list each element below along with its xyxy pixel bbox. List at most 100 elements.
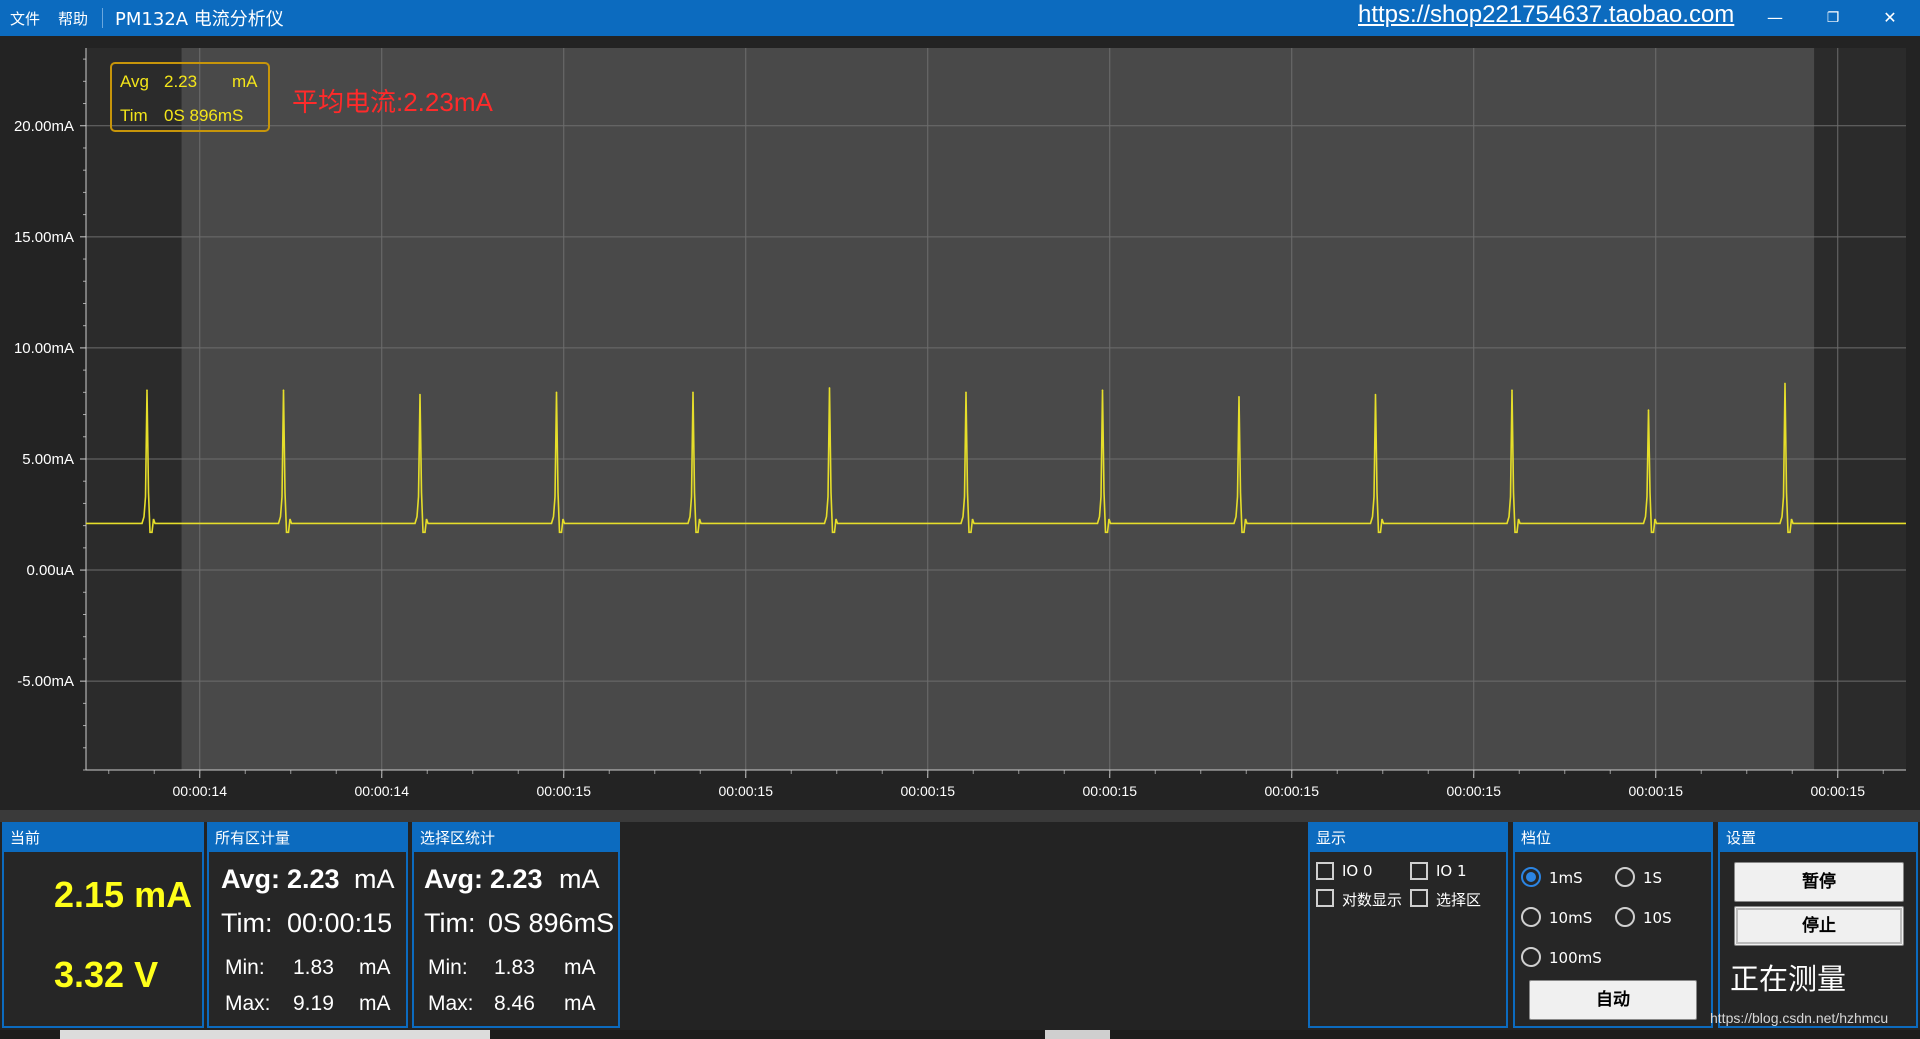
voltage-reading: 3.32 V bbox=[54, 954, 159, 995]
pause-button[interactable]: 暂停 bbox=[1734, 862, 1904, 902]
panel-range: 档位 1mS 1S 10mS 10S 100mS 自动 bbox=[1513, 822, 1713, 1028]
log-display-checkbox[interactable] bbox=[1316, 889, 1334, 907]
scrollbar-thumb-secondary[interactable] bbox=[1045, 1030, 1110, 1039]
restore-icon[interactable]: ❐ bbox=[1818, 6, 1848, 30]
sel-min-label: Min: bbox=[428, 956, 468, 979]
spike-peak-point bbox=[1238, 395, 1240, 398]
measuring-status: 正在测量 bbox=[1730, 962, 1847, 996]
app-title: PM132A 电流分析仪 bbox=[115, 9, 284, 30]
avg-overlay-label: Avg bbox=[120, 72, 149, 91]
y-tick-label: -5.00mA bbox=[17, 673, 74, 690]
spike-peak-point bbox=[282, 389, 285, 391]
sel-min-value: 1.83 bbox=[494, 956, 535, 979]
selection-area-checkbox[interactable] bbox=[1410, 889, 1428, 907]
menu-help[interactable]: 帮助 bbox=[58, 8, 88, 29]
panel-display-title: 显示 bbox=[1310, 824, 1506, 852]
minimize-icon[interactable]: — bbox=[1760, 6, 1790, 30]
range-10ms-label: 10mS bbox=[1549, 909, 1593, 927]
all-max-value: 9.19 bbox=[293, 992, 334, 1015]
y-tick-label: 10.00mA bbox=[14, 340, 74, 357]
panel-current: 当前 2.15 mA 3.32 V bbox=[2, 822, 204, 1028]
scrollbar-thumb[interactable] bbox=[60, 1030, 490, 1039]
all-tim-label: Tim: bbox=[221, 908, 273, 938]
sel-max-label: Max: bbox=[428, 992, 474, 1015]
range-100ms-label: 100mS bbox=[1549, 949, 1602, 967]
panel-settings-title: 设置 bbox=[1720, 824, 1916, 852]
range-1ms-label: 1mS bbox=[1549, 869, 1583, 887]
x-tick-label: 00:00:15 bbox=[1447, 783, 1502, 799]
average-current-note: 平均电流:2.23mA bbox=[292, 87, 493, 117]
panel-all-title: 所有区计量 bbox=[209, 824, 406, 852]
spike-peak-point bbox=[1784, 382, 1786, 385]
current-reading: 2.15 mA bbox=[54, 874, 193, 915]
sel-min-unit: mA bbox=[564, 956, 596, 979]
y-tick-label: 5.00mA bbox=[22, 451, 74, 468]
selection-area-label: 选择区 bbox=[1436, 891, 1482, 909]
sel-max-unit: mA bbox=[564, 992, 596, 1015]
y-tick-label: 0.00uA bbox=[26, 562, 74, 579]
range-1ms-radio[interactable] bbox=[1521, 867, 1541, 887]
x-tick-label: 00:00:14 bbox=[173, 783, 228, 799]
current-waveform-chart[interactable]: 20.00mA 15.00mA 10.00mA 5.00mA 0.00uA -5.00mA… bbox=[0, 36, 1920, 810]
x-tick-label: 00:00:14 bbox=[355, 783, 410, 799]
x-tick-label: 00:00:15 bbox=[719, 783, 774, 799]
chart-canvas[interactable]: 20.00mA 15.00mA 10.00mA 5.00mA 0.00uA -5.00mA… bbox=[0, 36, 1920, 810]
log-display-label: 对数显示 bbox=[1342, 891, 1403, 909]
sel-max-value: 8.46 bbox=[494, 992, 535, 1015]
x-tick-label: 00:00:15 bbox=[1629, 783, 1684, 799]
close-icon[interactable]: ✕ bbox=[1875, 6, 1905, 30]
spike-peak-point bbox=[1647, 409, 1650, 411]
spike-peak-point bbox=[1511, 389, 1513, 391]
range-100ms-radio[interactable] bbox=[1521, 947, 1541, 967]
shop-link[interactable]: https://shop221754637.taobao.com bbox=[1358, 1, 1734, 29]
panel-current-title: 当前 bbox=[4, 824, 202, 852]
tim-overlay-label: Tim bbox=[120, 106, 148, 125]
panel-range-title: 档位 bbox=[1515, 824, 1711, 852]
y-tick-label: 15.00mA bbox=[14, 229, 74, 246]
selection-region bbox=[181, 48, 1815, 770]
all-avg-value: 2.23 bbox=[287, 864, 340, 894]
io0-checkbox[interactable] bbox=[1316, 862, 1334, 880]
spike-peak-point bbox=[1101, 389, 1104, 391]
x-tick-label: 00:00:15 bbox=[1811, 783, 1866, 799]
range-10s-radio[interactable] bbox=[1615, 907, 1635, 927]
x-tick-label: 00:00:15 bbox=[537, 783, 592, 799]
panel-display: 显示 IO 0 IO 1 对数显示 选择区 bbox=[1308, 822, 1508, 1028]
sel-avg-unit: mA bbox=[559, 864, 600, 894]
range-1s-label: 1S bbox=[1643, 869, 1663, 887]
x-tick-label: 00:00:15 bbox=[901, 783, 956, 799]
panel-all-stats: 所有区计量 Avg: 2.23 mA Tim: 00:00:15 Min: 1.… bbox=[207, 822, 408, 1028]
sel-avg-label: Avg: bbox=[424, 864, 483, 894]
spike-peak-point bbox=[419, 393, 421, 396]
range-1s-radio[interactable] bbox=[1615, 867, 1635, 887]
title-separator bbox=[102, 8, 104, 28]
spike-peak-point bbox=[692, 391, 694, 394]
tim-overlay-value: 0S 896mS bbox=[164, 106, 244, 125]
all-min-value: 1.83 bbox=[293, 956, 334, 979]
io0-label: IO 0 bbox=[1342, 862, 1373, 880]
menu-file[interactable]: 文件 bbox=[10, 8, 40, 29]
all-avg-label: Avg: bbox=[221, 864, 280, 894]
sel-tim-value: 0S 896mS bbox=[488, 908, 615, 938]
panel-settings: 设置 暂停 停止 正在测量 bbox=[1718, 822, 1918, 1028]
avg-overlay-value: 2.23 bbox=[164, 72, 198, 91]
spike-peak-point bbox=[146, 389, 148, 391]
range-10ms-radio[interactable] bbox=[1521, 907, 1541, 927]
all-avg-unit: mA bbox=[354, 864, 395, 894]
x-tick-label: 00:00:15 bbox=[1265, 783, 1320, 799]
horizontal-scrollbar[interactable] bbox=[0, 1030, 1920, 1039]
avg-overlay-box: Avg 2.23 mA Tim 0S 896mS bbox=[110, 62, 270, 132]
spike-peak-point bbox=[555, 391, 558, 394]
title-bar: 文件 帮助 PM132A 电流分析仪 https://shop221754637… bbox=[0, 0, 1920, 36]
io1-checkbox[interactable] bbox=[1410, 862, 1428, 880]
blog-watermark: https://blog.csdn.net/hzhmcu bbox=[1710, 1010, 1889, 1026]
all-min-unit: mA bbox=[359, 956, 391, 979]
auto-range-button[interactable]: 自动 bbox=[1529, 980, 1697, 1020]
range-10s-label: 10S bbox=[1643, 909, 1672, 927]
splitter[interactable] bbox=[0, 810, 1920, 822]
panel-selection-stats: 选择区统计 Avg: 2.23 mA Tim: 0S 896mS Min: 1.… bbox=[412, 822, 620, 1028]
stop-button[interactable]: 停止 bbox=[1734, 906, 1904, 946]
avg-overlay-unit: mA bbox=[232, 72, 258, 91]
x-tick-label: 00:00:15 bbox=[1083, 783, 1138, 799]
y-tick-label: 20.00mA bbox=[14, 118, 74, 135]
